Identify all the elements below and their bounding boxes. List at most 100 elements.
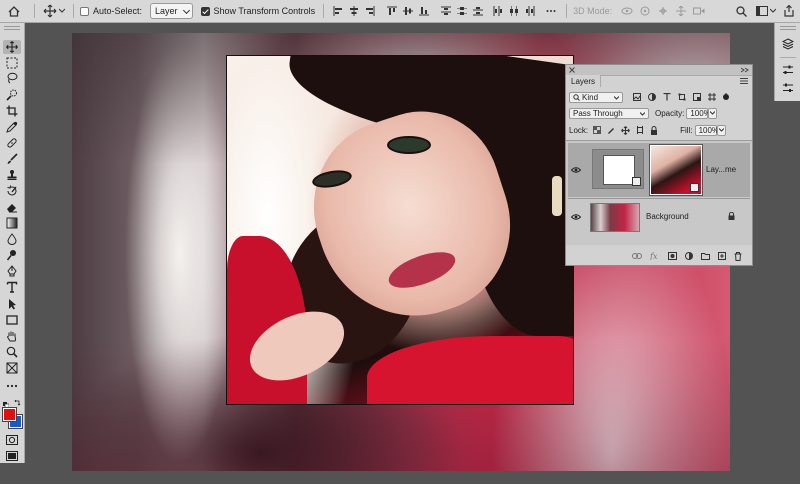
shape-filter-icon[interactable] xyxy=(678,93,686,101)
history-brush-tool[interactable] xyxy=(3,184,21,198)
eraser-tool[interactable] xyxy=(3,200,21,214)
gradient-tool[interactable] xyxy=(3,216,21,230)
layer-row-background[interactable]: Background xyxy=(568,200,750,234)
distribute-right-button[interactable] xyxy=(522,0,538,22)
home-button[interactable] xyxy=(0,0,28,22)
align-right-button[interactable] xyxy=(362,0,378,22)
foreground-color-swatch[interactable] xyxy=(2,407,17,422)
lock-artboard-icon[interactable] xyxy=(636,126,644,134)
lock-all-icon[interactable] xyxy=(650,125,658,135)
share-button[interactable] xyxy=(778,0,800,22)
trash-icon[interactable] xyxy=(734,251,742,261)
image-layer-thumbnail[interactable] xyxy=(649,144,703,196)
default-colors-button[interactable] xyxy=(3,399,10,409)
distribute-top-button[interactable] xyxy=(438,0,454,22)
align-bottom-button[interactable] xyxy=(416,0,432,22)
distribute-vcenter-button[interactable] xyxy=(454,0,470,22)
fx-icon[interactable]: fx xyxy=(650,252,660,260)
pixel-filter-icon[interactable] xyxy=(633,93,641,101)
fill-slider-button[interactable] xyxy=(716,124,726,136)
show-transform-check[interactable] xyxy=(200,6,210,16)
tab-layers[interactable]: Layers xyxy=(566,75,602,87)
frame-tool[interactable] xyxy=(3,361,21,375)
3d-pan-button[interactable] xyxy=(654,0,672,22)
healing-tool[interactable] xyxy=(3,136,21,150)
filter-toggle-icon[interactable] xyxy=(722,93,730,101)
type-filter-icon[interactable] xyxy=(663,93,671,101)
marquee-tool[interactable] xyxy=(3,56,21,70)
lock-position-icon[interactable] xyxy=(621,125,630,135)
3d-slide-button[interactable] xyxy=(672,0,690,22)
properties-panel-button[interactable] xyxy=(781,81,795,95)
pen-tool[interactable] xyxy=(3,264,21,278)
zoom-tool[interactable] xyxy=(3,345,21,359)
auto-select-target-select[interactable]: Layer xyxy=(150,3,193,19)
chevron-down-icon xyxy=(614,95,619,100)
dress-shape xyxy=(367,336,573,404)
hand-tool[interactable] xyxy=(3,329,21,343)
opacity-slider-button[interactable] xyxy=(708,107,718,119)
frame-layer-thumbnail[interactable] xyxy=(592,149,644,189)
close-icon[interactable] xyxy=(569,67,575,73)
3d-scale-button[interactable] xyxy=(690,0,708,22)
align-vcenter-button[interactable] xyxy=(400,0,416,22)
background-layer-thumbnail[interactable] xyxy=(590,203,640,232)
layer-row-frame[interactable]: Lay...me xyxy=(568,143,750,197)
visibility-eye-icon[interactable] xyxy=(571,214,581,220)
path-selection-tool[interactable] xyxy=(3,297,21,311)
more-options-button[interactable] xyxy=(542,0,560,22)
toolbar-grip[interactable] xyxy=(4,26,20,30)
visibility-eye-icon[interactable] xyxy=(571,167,581,173)
workspace-button[interactable] xyxy=(754,0,778,22)
edit-toolbar-button[interactable] xyxy=(3,379,21,393)
opacity-input[interactable]: 100% xyxy=(686,107,711,119)
photo-layer-image[interactable] xyxy=(226,55,574,405)
distribute-bottom-button[interactable] xyxy=(470,0,486,22)
lasso-tool[interactable] xyxy=(3,71,21,85)
adjustment-layer-icon[interactable] xyxy=(685,252,693,260)
collapse-icon[interactable] xyxy=(741,67,749,73)
smart-object-filter-icon[interactable] xyxy=(693,93,701,101)
type-tool[interactable] xyxy=(3,280,21,294)
3d-orbit-button[interactable] xyxy=(618,0,636,22)
move-tool[interactable] xyxy=(3,40,21,54)
move-tool-preset-button[interactable] xyxy=(41,0,67,22)
blur-tool[interactable] xyxy=(3,232,21,246)
distribute-hcenter-button[interactable] xyxy=(506,0,522,22)
lock-transparent-icon[interactable] xyxy=(593,126,602,134)
group-folder-icon[interactable] xyxy=(701,252,710,260)
add-mask-icon[interactable] xyxy=(668,252,677,260)
adjustments-panel-button[interactable] xyxy=(781,63,795,77)
align-left-button[interactable] xyxy=(330,0,346,22)
align-top-button[interactable] xyxy=(384,0,400,22)
rectangle-tool[interactable] xyxy=(3,313,21,327)
eyedropper-tool[interactable] xyxy=(3,120,21,134)
3d-roll-button[interactable] xyxy=(636,0,654,22)
dock-grip[interactable] xyxy=(780,26,796,30)
artboard-filter-icon[interactable] xyxy=(708,93,716,101)
new-layer-icon[interactable] xyxy=(718,252,726,260)
distribute-left-button[interactable] xyxy=(490,0,506,22)
distribute-bottom-icon xyxy=(473,7,484,16)
filter-kind-select[interactable]: Kind xyxy=(569,91,623,103)
show-transform-checkbox[interactable]: Show Transform Controls xyxy=(200,0,315,22)
swap-colors-button[interactable] xyxy=(14,398,21,406)
adjustment-filter-icon[interactable] xyxy=(648,93,656,101)
dodge-tool[interactable] xyxy=(3,248,21,262)
auto-select-check[interactable] xyxy=(80,6,89,16)
auto-select-checkbox[interactable]: Auto-Select: xyxy=(80,0,142,22)
align-hcenter-button[interactable] xyxy=(346,0,362,22)
blend-mode-select[interactable]: Pass Through xyxy=(569,107,649,119)
quick-mask-button[interactable] xyxy=(3,433,21,447)
panel-menu-icon[interactable] xyxy=(740,78,748,84)
crop-tool[interactable] xyxy=(3,104,21,118)
fill-input[interactable]: 100% xyxy=(694,124,719,136)
clone-stamp-tool[interactable] xyxy=(3,168,21,182)
link-icon[interactable] xyxy=(632,253,642,259)
layers-panel-button[interactable] xyxy=(781,37,795,51)
brush-tool[interactable] xyxy=(3,152,21,166)
lock-pixels-icon[interactable] xyxy=(607,126,615,134)
quick-select-tool[interactable] xyxy=(3,88,21,102)
screen-mode-button[interactable] xyxy=(3,449,21,463)
search-button[interactable] xyxy=(728,0,754,22)
